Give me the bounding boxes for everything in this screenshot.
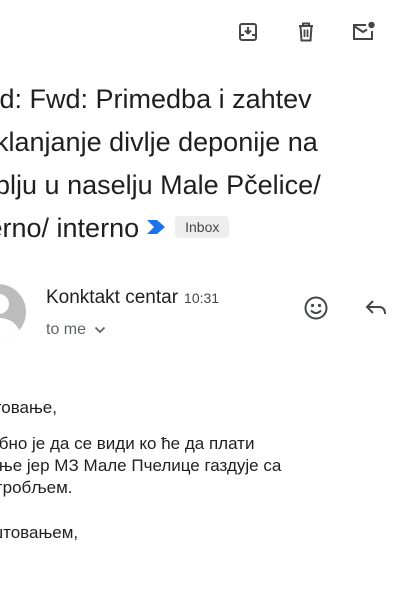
message-greeting: штовање, — [0, 397, 400, 419]
message-closing: оштовањем, — [0, 522, 400, 544]
body-line: ребно је да се види ко ће да плати — [0, 434, 255, 453]
closing-text: оштовањем, — [0, 523, 79, 542]
sender-name[interactable]: Konktakt centar — [46, 287, 178, 308]
emoji-icon — [304, 296, 328, 320]
reply-button[interactable] — [360, 292, 392, 324]
archive-button[interactable] — [232, 16, 264, 48]
subject-line: wd: Fwd: Primedba i zahtev — [0, 84, 312, 114]
mark-unread-button[interactable] — [348, 16, 380, 48]
trash-icon — [299, 22, 313, 42]
subject-line: oblju u naselju Male Pčelice/ — [0, 170, 321, 200]
body-line: м гробљем. — [0, 478, 73, 497]
delete-button[interactable] — [290, 16, 322, 48]
subject-line: uklanjanje divlje deponije na — [0, 127, 318, 157]
email-subject: wd: Fwd: Primedba i zahtev uklanjanje di… — [0, 78, 400, 251]
message-body: ребно је да се види ко ће да плати ћење … — [0, 433, 400, 499]
add-reaction-button[interactable] — [300, 292, 332, 324]
recipient-label: to me — [46, 321, 87, 338]
inbox-label-chip[interactable]: Inbox — [175, 215, 230, 238]
body-line: ћење јер МЗ Мале Пчелице газдује са — [0, 456, 282, 475]
recipient-details-toggle[interactable]: to me — [46, 321, 106, 339]
mark-unread-icon — [353, 21, 375, 40]
importance-marker-icon[interactable] — [145, 206, 167, 249]
avatar-body-shape — [0, 318, 20, 340]
top-toolbar — [206, 16, 380, 48]
sender-avatar[interactable] — [0, 284, 26, 340]
archive-icon — [239, 23, 257, 41]
chevron-down-icon — [94, 326, 106, 334]
sent-time: 10:31 — [184, 290, 220, 306]
subject-line-last: terno/ interno Inbox — [0, 207, 400, 251]
reply-icon — [365, 300, 386, 315]
avatar-head-shape — [0, 294, 9, 314]
greeting-text: штовање, — [0, 398, 57, 417]
sender-line: Konktakt centar 10:31 — [46, 285, 219, 311]
email-view: wd: Fwd: Primedba i zahtev uklanjanje di… — [0, 0, 400, 600]
subject-line-text: terno/ interno — [0, 213, 140, 243]
